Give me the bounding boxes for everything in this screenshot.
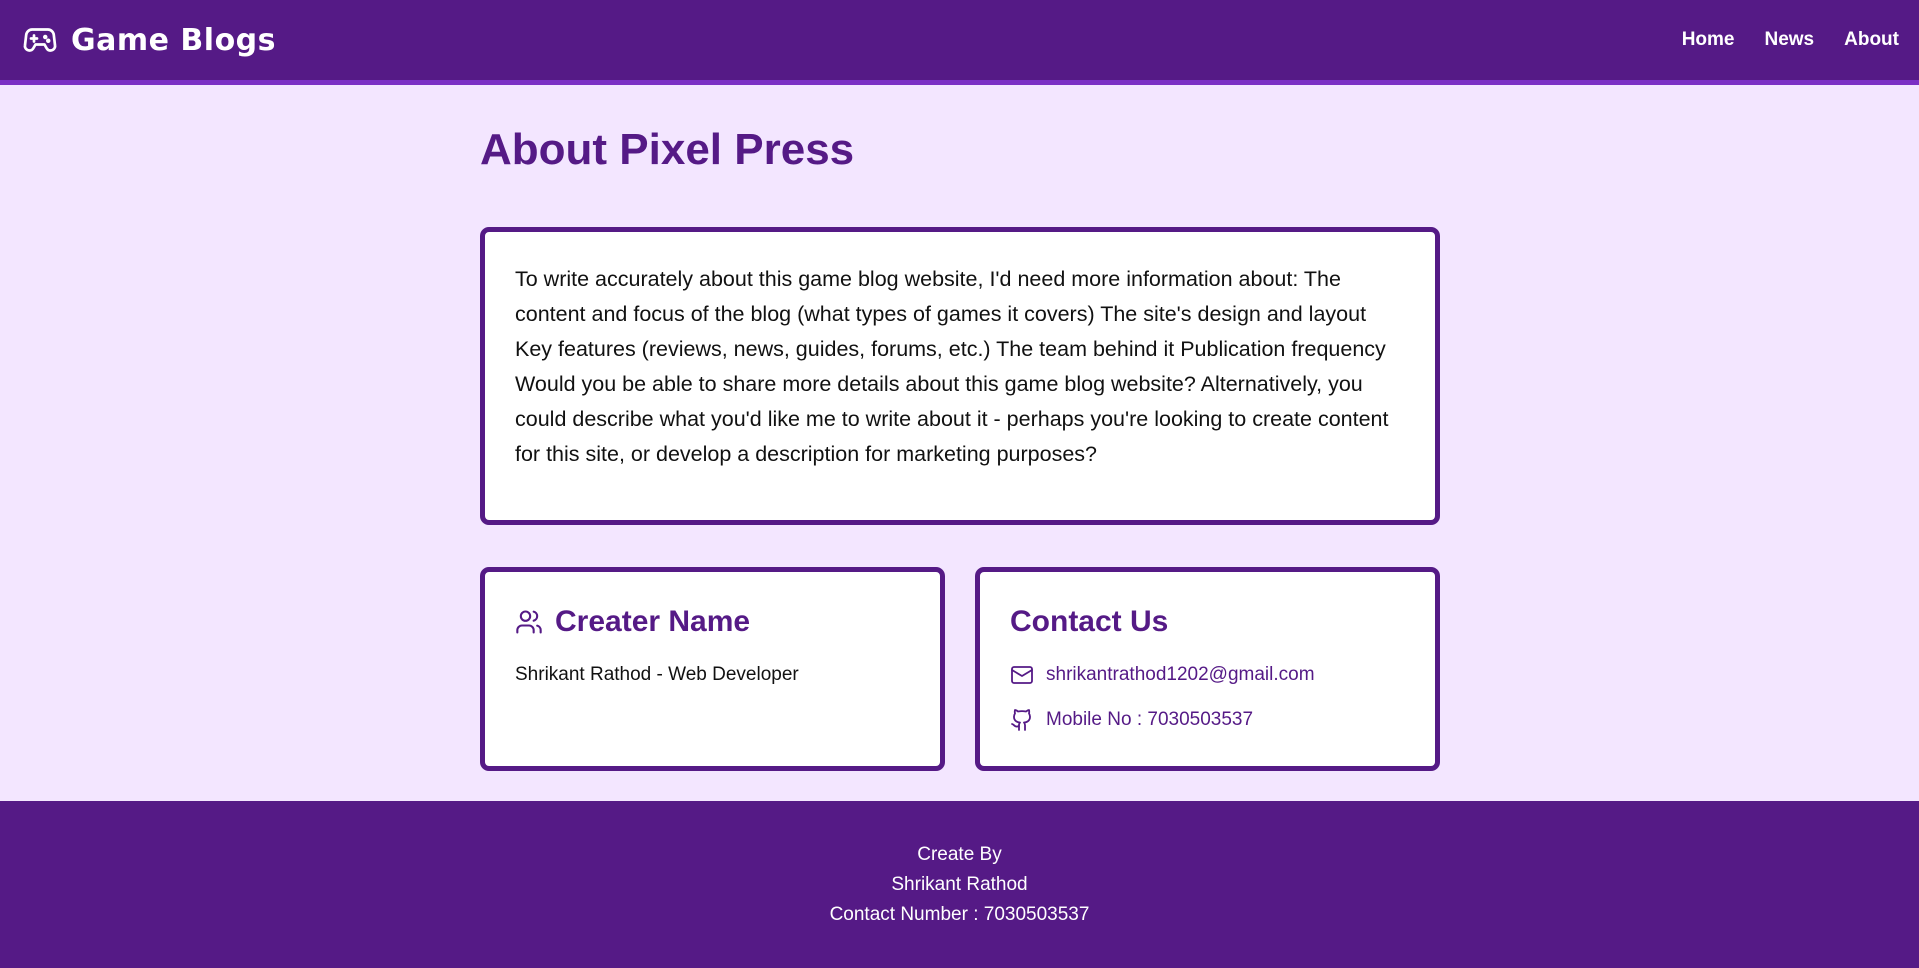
contact-email-link[interactable]: shrikantrathod1202@gmail.com bbox=[1010, 662, 1405, 688]
creator-title: Creater Name bbox=[515, 602, 910, 642]
creator-title-label: Creater Name bbox=[555, 605, 751, 638]
about-text: To write accurately about this game blog… bbox=[515, 267, 1389, 466]
info-row: Creater Name Shrikant Rathod - Web Devel… bbox=[480, 567, 1440, 771]
footer-contact-number: Contact Number : 7030503537 bbox=[829, 903, 1090, 925]
navbar: Game Blogs Home News About bbox=[0, 0, 1919, 85]
footer-author: Shrikant Rathod bbox=[891, 873, 1028, 895]
users-icon bbox=[516, 610, 542, 634]
page-title: About Pixel Press bbox=[480, 125, 855, 174]
brand-title: Game Blogs bbox=[71, 22, 277, 58]
nav-link-home[interactable]: Home bbox=[1682, 29, 1735, 51]
about-card: To write accurately about this game blog… bbox=[480, 227, 1440, 525]
footer: Create By Shrikant Rathod Contact Number… bbox=[0, 801, 1919, 968]
nav-link-news[interactable]: News bbox=[1764, 29, 1814, 51]
creator-text: Shrikant Rathod - Web Developer bbox=[515, 664, 799, 685]
contact-card: Contact Us shrikantrathod1202@gmail.com … bbox=[975, 567, 1440, 771]
footer-created-by: Create By bbox=[917, 843, 1002, 865]
main-content: About Pixel Press To write accurately ab… bbox=[480, 85, 1440, 771]
gamepad-icon bbox=[23, 28, 57, 52]
contact-github-link[interactable]: Mobile No : 7030503537 bbox=[1010, 707, 1405, 733]
main-nav: Home News About bbox=[1682, 29, 1899, 51]
creator-card: Creater Name Shrikant Rathod - Web Devel… bbox=[480, 567, 945, 771]
nav-link-about[interactable]: About bbox=[1844, 29, 1899, 51]
mail-icon bbox=[1011, 666, 1033, 684]
contact-title: Contact Us bbox=[1010, 605, 1169, 638]
github-icon bbox=[1011, 709, 1031, 731]
contact-list: shrikantrathod1202@gmail.com Mobile No :… bbox=[1010, 662, 1405, 733]
contact-mobile-text: Mobile No : 7030503537 bbox=[1046, 709, 1254, 730]
brand[interactable]: Game Blogs bbox=[22, 22, 276, 58]
contact-email-text: shrikantrathod1202@gmail.com bbox=[1046, 664, 1315, 685]
